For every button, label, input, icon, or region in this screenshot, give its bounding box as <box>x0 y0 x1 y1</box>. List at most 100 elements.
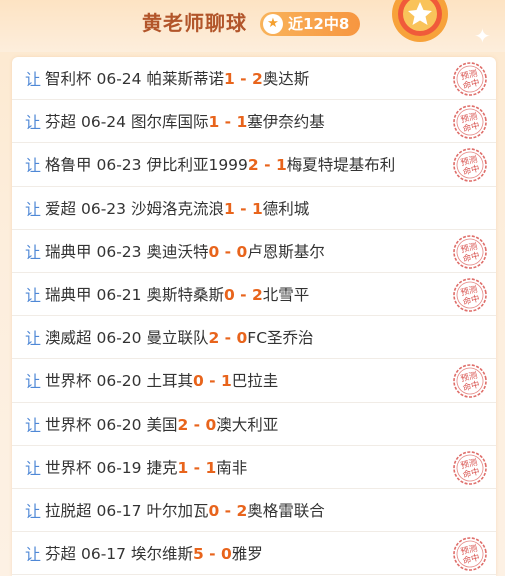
home-score: 1 <box>223 70 235 89</box>
page-title: 黄老师聊球 <box>142 11 247 35</box>
league-name: 瑞典甲 <box>45 286 92 305</box>
prediction-hit-stamp: 预测命中 <box>453 364 487 399</box>
league-name: 瑞典甲 <box>45 242 92 261</box>
handicap-icon: 让 <box>25 501 42 521</box>
match-date: 06-20 <box>96 329 142 348</box>
handicap-icon: 让 <box>25 242 42 262</box>
league-name: 格鲁甲 <box>45 156 92 175</box>
home-team: 捷克 <box>146 458 178 477</box>
match-date: 06-20 <box>96 372 142 391</box>
away-team: 奥达斯 <box>262 70 310 89</box>
match-row[interactable]: 让格鲁甲 06-23 伊比利亚19992 - 1梅夏特堤基布利 预测 命中 <box>12 143 496 187</box>
home-score: 2 <box>177 415 189 434</box>
match-date: 06-21 <box>96 286 142 305</box>
score-separator: - <box>203 545 221 564</box>
home-score: 2 <box>208 329 220 348</box>
away-team: 卢恩斯基尔 <box>247 242 325 261</box>
away-score: 1 <box>275 156 287 175</box>
score-separator: - <box>219 501 237 520</box>
match-text: 澳威超 06-20 曼立联队2 - 0FC圣乔治 <box>45 326 314 348</box>
prediction-hit-stamp: 预测命中 <box>453 450 487 485</box>
match-date: 06-17 <box>80 545 127 564</box>
league-name: 世界杯 <box>45 372 92 391</box>
league-name: 世界杯 <box>45 458 92 477</box>
away-score: 1 <box>236 113 248 132</box>
away-score: 2 <box>252 70 263 89</box>
match-date: 06-17 <box>96 501 142 520</box>
match-row[interactable]: 让瑞典甲 06-21 奥斯特桑斯0 - 2北雪平 预测 命中 <box>12 273 496 317</box>
match-date: 06-24 <box>80 113 127 132</box>
handicap-icon: 让 <box>25 545 42 565</box>
away-team: 澳大利亚 <box>216 415 279 434</box>
away-team: 巴拉圭 <box>231 372 279 391</box>
score-separator: - <box>234 199 252 218</box>
home-score: 0 <box>223 286 235 305</box>
home-team: 土耳其 <box>146 372 193 391</box>
match-text: 世界杯 06-20 美国2 - 0澳大利亚 <box>45 413 278 435</box>
home-team: 沙姆洛克流浪 <box>130 199 224 218</box>
match-date: 06-19 <box>96 458 142 477</box>
prediction-hit-stamp: 预测命中 <box>453 234 487 269</box>
match-row[interactable]: 让智利杯 06-24 帕莱斯蒂诺1 - 2奥达斯 预测 命中 <box>12 57 496 101</box>
match-text: 瑞典甲 06-23 奥迪沃特0 - 0卢恩斯基尔 <box>45 240 325 262</box>
away-team: 梅夏特堤基布利 <box>286 156 396 175</box>
match-row[interactable]: 让澳威超 06-20 曼立联队2 - 0FC圣乔治 <box>12 316 496 360</box>
away-team: 德利城 <box>262 199 310 218</box>
home-team: 帕莱斯蒂诺 <box>146 70 224 89</box>
home-score: 0 <box>208 242 220 261</box>
home-team: 叶尔加瓦 <box>146 501 209 520</box>
score-separator: - <box>234 286 252 305</box>
handicap-icon: 让 <box>25 458 42 478</box>
match-row[interactable]: 让世界杯 06-19 捷克1 - 1南非 预测 命中 <box>12 446 496 489</box>
home-team: 奥迪沃特 <box>146 242 209 261</box>
away-score: 2 <box>236 501 248 520</box>
match-row[interactable]: 让芬超 06-17 埃尔维斯5 - 0雅罗 预测 命中 <box>12 532 496 576</box>
handicap-icon: 让 <box>25 286 42 306</box>
home-team: 美国 <box>146 415 178 434</box>
league-name: 芬超 <box>45 545 77 564</box>
score-separator: - <box>219 113 237 132</box>
prediction-hit-stamp: 预测命中 <box>453 148 487 183</box>
match-row[interactable]: 让世界杯 06-20 美国2 - 0澳大利亚 <box>12 403 496 446</box>
home-score: 1 <box>223 199 235 218</box>
home-score: 2 <box>247 156 259 175</box>
prediction-hit-stamp: 预测命中 <box>453 278 487 312</box>
away-score: 0 <box>236 242 248 261</box>
score-separator: - <box>188 415 206 434</box>
league-name: 澳威超 <box>45 329 92 348</box>
match-row[interactable]: 让世界杯 06-20 土耳其0 - 1巴拉圭 预测 命中 <box>12 359 496 403</box>
home-team: 图尔库国际 <box>130 113 209 132</box>
home-team: 曼立联队 <box>146 329 209 348</box>
home-score: 5 <box>192 545 204 564</box>
star-icon: ★ <box>263 14 283 34</box>
match-text: 爱超 06-23 沙姆洛克流浪1 - 1德利城 <box>45 197 309 219</box>
league-name: 爱超 <box>45 199 77 218</box>
away-score: 1 <box>205 458 217 477</box>
handicap-icon: 让 <box>25 329 42 349</box>
match-text: 瑞典甲 06-21 奥斯特桑斯0 - 2北雪平 <box>45 283 309 305</box>
away-team: FC圣乔治 <box>247 329 314 348</box>
away-team: 雅罗 <box>231 545 263 564</box>
sparkle-icon: ✦ <box>474 24 491 48</box>
match-row[interactable]: 让爱超 06-23 沙姆洛克流浪1 - 1德利城 <box>12 187 496 230</box>
away-team: 塞伊奈约基 <box>247 113 325 132</box>
score-separator: - <box>258 156 276 175</box>
away-score: 1 <box>221 372 232 391</box>
header: 黄老师聊球 ★ 近12中8 ✦ <box>0 0 505 52</box>
medal-icon <box>392 0 448 42</box>
match-row[interactable]: 让拉脱超 06-17 叶尔加瓦0 - 2奥格雷联合 <box>12 489 496 533</box>
score-separator: - <box>234 70 252 89</box>
match-row[interactable]: 让芬超 06-24 图尔库国际1 - 1塞伊奈约基 预测 命中 <box>12 100 496 144</box>
match-text: 芬超 06-17 埃尔维斯5 - 0雅罗 <box>45 542 263 564</box>
home-team: 埃尔维斯 <box>130 545 193 564</box>
away-score: 2 <box>252 286 263 305</box>
match-date: 06-24 <box>96 70 142 89</box>
handicap-icon: 让 <box>25 199 42 219</box>
match-date: 06-23 <box>80 199 127 218</box>
match-text: 世界杯 06-20 土耳其0 - 1巴拉圭 <box>45 369 278 391</box>
home-score: 0 <box>208 501 220 520</box>
match-row[interactable]: 让瑞典甲 06-23 奥迪沃特0 - 0卢恩斯基尔 预测 命中 <box>12 230 496 273</box>
handicap-icon: 让 <box>25 372 42 392</box>
match-text: 芬超 06-24 图尔库国际1 - 1塞伊奈约基 <box>45 110 325 132</box>
away-team: 南非 <box>216 458 248 477</box>
